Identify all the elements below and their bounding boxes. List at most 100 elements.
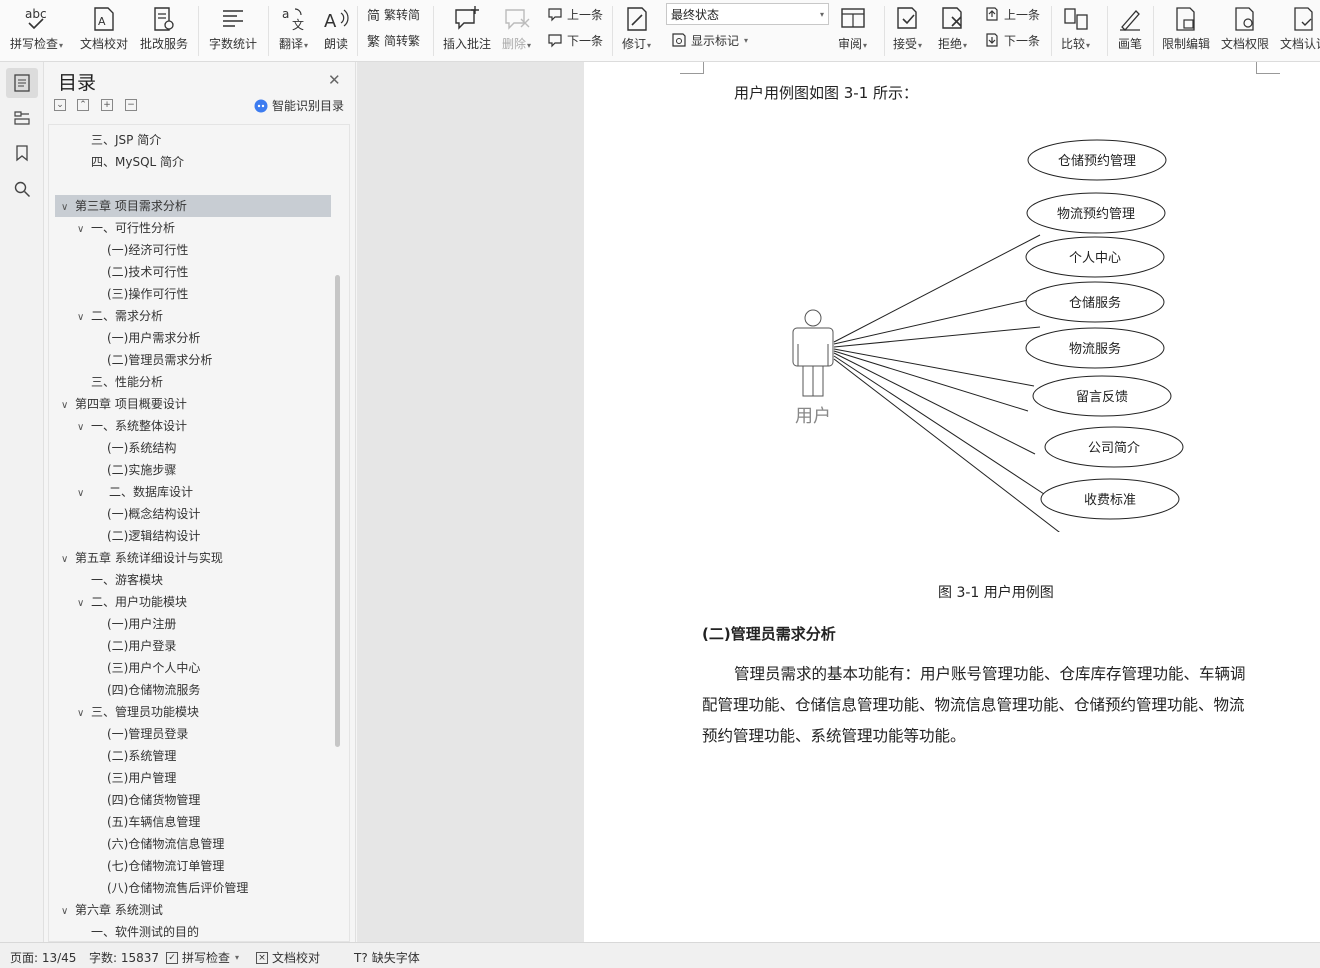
toc-item[interactable]: (八)仓储物流售后评价管理	[107, 877, 248, 899]
batch-service-button[interactable]: 批改服务	[140, 3, 188, 59]
status-doc-proof[interactable]: × 文档校对	[256, 949, 320, 966]
close-icon[interactable]: ✕	[328, 71, 341, 89]
toc-item-label: (一)管理员登录	[107, 727, 189, 741]
toc-item[interactable]: (三)用户管理	[107, 767, 176, 789]
toc-item[interactable]: ∨ 二、数据库设计	[77, 481, 193, 503]
compare-button[interactable]: 比较▾	[1061, 3, 1090, 59]
toc-item[interactable]: (七)仓储物流订单管理	[107, 855, 224, 877]
trad-to-simp-button[interactable]: 简繁转简	[367, 4, 420, 24]
show-markup-button[interactable]: 显示标记 ▾	[671, 30, 748, 50]
toc-item[interactable]: (二)系统管理	[107, 745, 176, 767]
toc-item[interactable]: 四、MySQL 简介	[91, 151, 184, 173]
delete-comment-button[interactable]: 删除▾	[502, 3, 531, 59]
toc-item-label: (三)用户个人中心	[107, 661, 201, 675]
toc-item[interactable]: (二)技术可行性	[107, 261, 188, 283]
next-change-button[interactable]: 下一条	[984, 30, 1040, 50]
toc-item[interactable]: (六)仓储物流信息管理	[107, 833, 224, 855]
toc-item[interactable]: (一)管理员登录	[107, 723, 188, 745]
toc-item[interactable]: ∨ 一、系统整体设计	[77, 415, 187, 437]
spell-check-button[interactable]: abc 拼写检查▾	[10, 3, 63, 59]
toc-item[interactable]: (四)仓储物流服务	[107, 679, 200, 701]
word-count-indicator[interactable]: 字数: 15837	[89, 949, 159, 966]
toc-item[interactable]: (二)实施步骤	[107, 459, 176, 481]
toc-item[interactable]: ∨ 第四章 项目概要设计	[61, 393, 187, 415]
use-cases: 仓储预约管理 物流预约管理 个人中心 仓储服务 物流服务 留言反馈 公司简介 收…	[1025, 139, 1184, 520]
toc-item-label: (一)系统结构	[107, 441, 177, 455]
reject-button[interactable]: 拒绝▾	[938, 3, 967, 59]
smart-toc-button[interactable]: 智能识别目录	[254, 97, 344, 114]
toc-item-selected[interactable]: ∨ 第三章 项目需求分析	[55, 195, 331, 217]
expand-all-icon[interactable]: +	[101, 99, 113, 111]
simp-to-trad-icon: 繁	[367, 34, 381, 50]
delete-comment-icon	[503, 3, 531, 35]
view-state-select[interactable]: 最终状态 ▾	[666, 3, 829, 25]
toc-item[interactable]: ∨ 三、管理员功能模块	[77, 701, 199, 723]
bookmark-panel-button[interactable]	[6, 138, 38, 168]
review-button[interactable]: 审阅▾	[838, 3, 867, 59]
insert-comment-button[interactable]: 插入批注	[443, 3, 491, 59]
toc-panel: 目录 ✕ ⌄ ⌃ + − 智能识别目录 三、JSP 简介 四、MySQL 简介 …	[44, 62, 356, 942]
toc-item[interactable]: ∨ 第五章 系统详细设计与实现	[61, 547, 223, 569]
restrict-edit-button[interactable]: 限制编辑	[1162, 3, 1210, 59]
translate-button[interactable]: a文 翻译▾	[279, 3, 308, 59]
separator	[612, 6, 613, 56]
toc-item[interactable]: ∨ 第六章 系统测试	[61, 899, 163, 921]
paragraph-line: 管理员需求的基本功能有：用户账号管理功能、仓库库存管理功能、车辆调	[734, 665, 1246, 683]
toc-item[interactable]: 一、游客模块	[91, 569, 163, 591]
doc-proof-button[interactable]: A 文档校对	[80, 3, 128, 59]
toc-item-label: 三、JSP 简介	[91, 133, 162, 147]
chapter-nav-button[interactable]	[6, 102, 38, 132]
toc-item[interactable]: (四)仓储货物管理	[107, 789, 200, 811]
next-comment-icon	[548, 34, 562, 48]
toc-item[interactable]: ∨ 一、可行性分析	[77, 217, 175, 239]
ink-button[interactable]: 画笔	[1116, 3, 1144, 59]
read-aloud-button[interactable]: A 朗读	[323, 3, 349, 59]
smart-toc-label: 智能识别目录	[272, 99, 345, 113]
toc-item[interactable]: (五)车辆信息管理	[107, 811, 200, 833]
doc-cert-button[interactable]: 文档认证	[1280, 3, 1320, 59]
toc-item[interactable]: ∨ 二、用户功能模块	[77, 591, 187, 613]
accept-button[interactable]: 接受▾	[893, 3, 922, 59]
missing-font-button[interactable]: T? 缺失字体	[354, 949, 420, 966]
page-indicator[interactable]: 页面: 13/45	[10, 949, 76, 966]
toc-item[interactable]: (一)系统结构	[107, 437, 176, 459]
toc-item[interactable]: 三、JSP 简介	[91, 129, 161, 151]
toc-item[interactable]: (一)概念结构设计	[107, 503, 200, 525]
svg-text:仓储预约管理: 仓储预约管理	[1058, 154, 1136, 169]
simp-to-trad-button[interactable]: 繁简转繁	[367, 30, 420, 50]
crop-mark	[1256, 62, 1280, 74]
toc-item[interactable]: ∨ 二、需求分析	[77, 305, 163, 327]
track-changes-icon	[624, 3, 650, 35]
doc-permission-button[interactable]: 文档权限	[1221, 3, 1269, 59]
search-panel-button[interactable]	[6, 174, 38, 204]
toc-panel-button[interactable]	[6, 68, 38, 98]
collapse-down-icon[interactable]: ⌄	[54, 99, 66, 111]
track-changes-button[interactable]: 修订▾	[622, 3, 651, 59]
toc-scrollbar[interactable]	[335, 275, 340, 747]
toc-item[interactable]: (三)用户个人中心	[107, 657, 200, 679]
toc-item-label: 第四章 项目概要设计	[75, 397, 187, 411]
show-markup-label: 显示标记	[691, 33, 740, 48]
toc-item[interactable]: 三、性能分析	[91, 371, 163, 393]
collapse-up-icon[interactable]: ⌃	[77, 99, 89, 111]
accept-label: 接受	[893, 37, 918, 51]
next-comment-button[interactable]: 下一条	[547, 30, 603, 50]
toc-item[interactable]: 一、软件测试的目的	[91, 921, 199, 941]
toc-item[interactable]: (一)经济可行性	[107, 239, 188, 261]
separator	[357, 6, 358, 56]
toc-item[interactable]: (二)用户登录	[107, 635, 176, 657]
document-page[interactable]: 用户用例图如图 3-1 所示： 用户 仓储预约管理 物流预约管理 个人中心 仓储…	[584, 62, 1320, 942]
status-spell-check[interactable]: ✓ 拼写检查 ▾	[166, 949, 239, 966]
prev-change-button[interactable]: 上一条	[984, 4, 1040, 24]
collapse-all-icon[interactable]: −	[125, 99, 137, 111]
prev-comment-button[interactable]: 上一条	[547, 4, 603, 24]
toc-item[interactable]: (三)操作可行性	[107, 283, 188, 305]
toc-item[interactable]: (一)用户注册	[107, 613, 176, 635]
svg-text:收费标准: 收费标准	[1084, 493, 1136, 508]
toc-item[interactable]: (二)管理员需求分析	[107, 349, 212, 371]
toc-item[interactable]: (二)逻辑结构设计	[107, 525, 200, 547]
toc-item[interactable]: (一)用户需求分析	[107, 327, 200, 349]
svg-text:仓储服务: 仓储服务	[1069, 295, 1121, 311]
word-count-button[interactable]: 字数统计	[209, 3, 257, 59]
actor-body	[792, 327, 834, 367]
